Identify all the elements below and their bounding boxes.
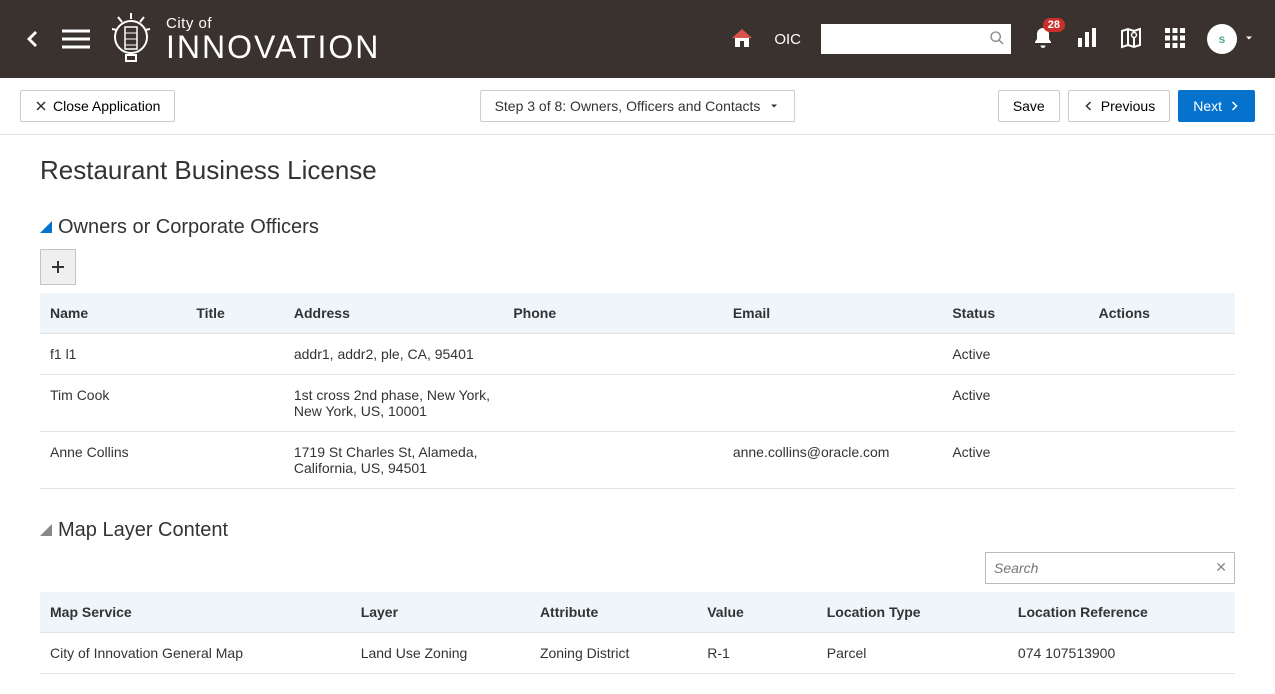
map-icon[interactable]	[1119, 26, 1143, 53]
cell-phone	[503, 334, 722, 375]
map-section-header[interactable]: Map Layer Content	[40, 519, 1235, 542]
notification-badge: 28	[1043, 18, 1065, 32]
cell-title	[186, 334, 284, 375]
previous-button[interactable]: Previous	[1068, 90, 1170, 122]
global-search	[821, 24, 1011, 54]
cell-address: 1st cross 2nd phase, New York, New York,…	[284, 375, 503, 432]
col-name: Name	[40, 293, 186, 334]
table-row[interactable]: Tim Cook 1st cross 2nd phase, New York, N…	[40, 375, 1235, 432]
cell-phone	[503, 375, 722, 432]
owners-section-header[interactable]: Owners or Corporate Officers	[40, 216, 1235, 239]
col-loc-ref: Location Reference	[1008, 592, 1235, 633]
expand-triangle-icon	[40, 523, 52, 539]
next-label: Next	[1193, 98, 1222, 114]
cell-attribute: Zoning District	[530, 633, 697, 674]
map-search: ✕	[985, 552, 1235, 584]
cell-status: Active	[942, 432, 1088, 489]
close-application-label: Close Application	[53, 98, 160, 114]
add-owner-button[interactable]	[40, 249, 76, 285]
save-button[interactable]: Save	[998, 90, 1060, 122]
map-section-title: Map Layer Content	[58, 519, 228, 542]
back-button[interactable]	[20, 27, 44, 51]
apps-grid-icon[interactable]	[1163, 26, 1187, 53]
col-layer: Layer	[351, 592, 530, 633]
cell-address: 1719 St Charles St, Alameda, California,…	[284, 432, 503, 489]
cell-name: Anne Collins	[40, 432, 186, 489]
step-dropdown[interactable]: Step 3 of 8: Owners, Officers and Contac…	[480, 90, 796, 122]
content-area: Restaurant Business License Owners or Co…	[0, 135, 1275, 694]
brand-logo: City of INNOVATION	[106, 9, 380, 70]
cell-address: addr1, addr2, ple, CA, 95401	[284, 334, 503, 375]
cell-layer: Land Use Zoning	[351, 633, 530, 674]
global-search-input[interactable]	[821, 24, 1011, 54]
previous-label: Previous	[1101, 98, 1155, 114]
cell-title	[186, 375, 284, 432]
col-map-service: Map Service	[40, 592, 351, 633]
expand-triangle-icon	[40, 220, 52, 236]
cell-service: City of Innovation General Map	[40, 633, 351, 674]
cell-loc_ref: 074 107513900	[1008, 633, 1235, 674]
toolbar: Close Application Step 3 of 8: Owners, O…	[0, 78, 1275, 135]
cell-phone	[503, 432, 722, 489]
close-application-button[interactable]: Close Application	[20, 90, 175, 122]
col-loc-type: Location Type	[817, 592, 1008, 633]
cell-status: Active	[942, 375, 1088, 432]
clear-search-icon[interactable]: ✕	[1215, 559, 1227, 576]
map-search-input[interactable]	[985, 552, 1235, 584]
save-label: Save	[1013, 98, 1045, 114]
owners-section-title: Owners or Corporate Officers	[58, 216, 319, 239]
table-row[interactable]: Anne Collins 1719 St Charles St, Alameda,…	[40, 432, 1235, 489]
search-icon[interactable]	[989, 30, 1005, 49]
col-attribute: Attribute	[530, 592, 697, 633]
cell-status: Active	[942, 334, 1088, 375]
brand-main-text: INNOVATION	[166, 31, 380, 63]
cell-email	[723, 375, 942, 432]
col-title: Title	[186, 293, 284, 334]
col-email: Email	[723, 293, 942, 334]
col-actions: Actions	[1089, 293, 1235, 334]
cell-actions	[1089, 375, 1235, 432]
reports-icon[interactable]	[1075, 26, 1099, 53]
cell-email: anne.collins@oracle.com	[723, 432, 942, 489]
col-value: Value	[697, 592, 817, 633]
cell-email	[723, 334, 942, 375]
table-row[interactable]: f1 l1 addr1, addr2, ple, CA, 95401 Active	[40, 334, 1235, 375]
col-address: Address	[284, 293, 503, 334]
cell-name: Tim Cook	[40, 375, 186, 432]
owners-table: Name Title Address Phone Email Status Ac…	[40, 293, 1235, 489]
caret-down-icon	[1243, 31, 1255, 47]
table-row[interactable]: City of Innovation General MapLand Use Z…	[40, 633, 1235, 674]
page-title: Restaurant Business License	[40, 155, 1235, 186]
home-icon[interactable]	[730, 26, 754, 53]
lightbulb-building-icon	[106, 9, 156, 70]
app-abbrev: OIC	[774, 31, 801, 48]
map-layer-table: Map Service Layer Attribute Value Locati…	[40, 592, 1235, 674]
col-status: Status	[942, 293, 1088, 334]
notifications-button[interactable]: 28	[1031, 26, 1055, 53]
cell-title	[186, 432, 284, 489]
user-menu[interactable]: s	[1207, 24, 1255, 54]
col-phone: Phone	[503, 293, 722, 334]
step-label: Step 3 of 8: Owners, Officers and Contac…	[495, 98, 761, 114]
cell-actions	[1089, 432, 1235, 489]
top-header: City of INNOVATION OIC 28	[0, 0, 1275, 78]
cell-name: f1 l1	[40, 334, 186, 375]
cell-value: R-1	[697, 633, 817, 674]
cell-loc_type: Parcel	[817, 633, 1008, 674]
avatar: s	[1207, 24, 1237, 54]
cell-actions	[1089, 334, 1235, 375]
next-button[interactable]: Next	[1178, 90, 1255, 122]
hamburger-menu[interactable]	[62, 28, 90, 50]
